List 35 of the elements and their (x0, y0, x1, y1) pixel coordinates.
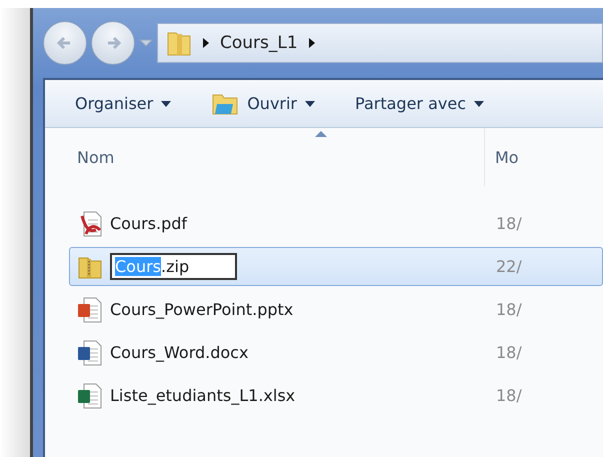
date-cell-text: 18/ (495, 300, 522, 319)
column-header[interactable]: Mo (485, 148, 519, 166)
file-row[interactable]: Cours_PowerPoint.pptx 18/ (69, 290, 603, 329)
file-name: Cours_PowerPoint.pptx (110, 300, 294, 319)
toolbar-button[interactable]: Ouvrir (211, 92, 316, 116)
date-cell-text: 18/ (495, 214, 522, 233)
history-dropdown-icon[interactable] (139, 39, 153, 47)
presentation-file-icon (76, 296, 104, 324)
folder-open-icon (211, 92, 240, 116)
rename-field[interactable]: Cours.zip (110, 253, 238, 280)
sort-arrow-icon (315, 131, 327, 137)
date-cell-text: 18/ (495, 386, 522, 405)
file-row[interactable]: Cours_Word.docx 18/ (69, 333, 603, 372)
file-row[interactable]: Cours.zip 22/ (69, 247, 603, 286)
breadcrumb-arrow-icon[interactable] (202, 37, 210, 49)
file-name: Cours_Word.docx (110, 343, 248, 362)
breadcrumb-item[interactable]: Cours_L1 (220, 33, 298, 53)
file-name: Liste_etudiants_L1.xlsx (110, 386, 296, 405)
caret-icon (305, 100, 316, 106)
address-bar[interactable]: Cours_L1 (157, 23, 603, 63)
forward-button[interactable] (91, 21, 135, 65)
file-name: Cours.pdf (110, 214, 188, 233)
word-file-icon (76, 338, 104, 366)
column-header[interactable]: Nom (77, 148, 114, 166)
file-row[interactable]: Cours.pdf 18/ (69, 204, 603, 243)
date-cell-text: 18/ (495, 343, 522, 362)
caret-icon (161, 100, 172, 106)
back-button[interactable] (43, 21, 87, 65)
toolbar-button[interactable]: Organiser (75, 94, 172, 113)
toolbar-button[interactable]: Partager avec (355, 94, 484, 113)
date-cell-text: 22/ (495, 257, 522, 276)
caret-icon (474, 100, 484, 106)
spreadsheet-file-icon (76, 382, 104, 410)
file-row[interactable]: Liste_etudiants_L1.xlsx 18/ (69, 376, 603, 415)
breadcrumb-arrow-icon[interactable] (308, 37, 316, 49)
